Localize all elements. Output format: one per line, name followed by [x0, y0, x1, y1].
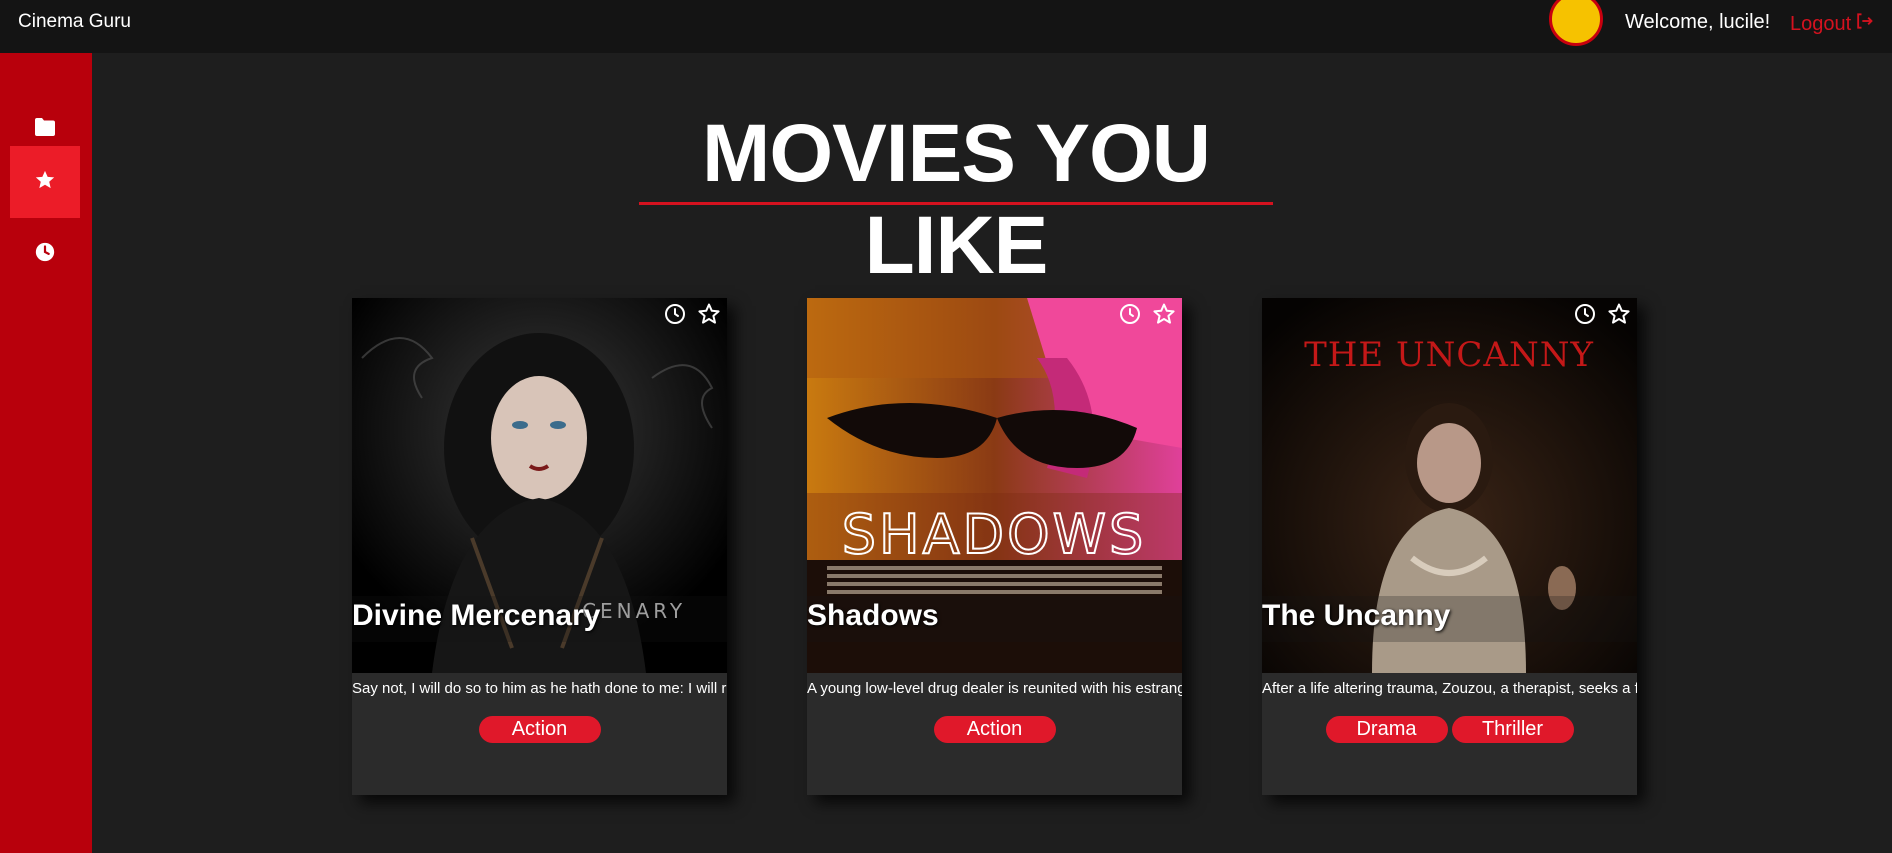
genre-tag[interactable]: Action — [933, 716, 1056, 743]
favorite-icon[interactable] — [1152, 302, 1176, 326]
page-title: MOVIES YOU LIKE — [702, 108, 1211, 291]
movie-poster: SHADOWS Shadows — [807, 298, 1182, 673]
logout-icon — [1854, 11, 1874, 37]
clock-icon — [34, 241, 56, 268]
app-title: Cinema Guru — [18, 11, 131, 32]
logout-button[interactable]: Logout — [1790, 11, 1874, 37]
sidebar-item-watch-later[interactable] — [10, 218, 80, 290]
card-actions — [1118, 302, 1176, 326]
movie-title: Divine Mercenary — [352, 596, 727, 642]
movie-card[interactable]: THE UNCANNY The Uncanny After a life alt… — [1262, 298, 1637, 795]
movie-poster: CENARY Divine Mercenary — [352, 298, 727, 673]
genre-tags: Action — [807, 716, 1182, 743]
favorite-icon[interactable] — [1607, 302, 1631, 326]
sidebar-item-favorites[interactable] — [10, 146, 80, 218]
folder-icon — [34, 117, 56, 142]
watch-later-icon[interactable] — [1118, 302, 1142, 326]
top-navbar: Cinema Guru Welcome, lucile! Logout — [0, 0, 1892, 53]
star-icon — [34, 169, 56, 196]
movie-synopsis: After a life altering trauma, Zouzou, a … — [1262, 680, 1637, 697]
movie-card[interactable]: CENARY Divine Mercenary Say not, I will … — [352, 298, 727, 795]
favorite-icon[interactable] — [697, 302, 721, 326]
title-underline — [639, 202, 1273, 205]
genre-tag[interactable]: Action — [478, 716, 601, 743]
movie-title: The Uncanny — [1262, 596, 1637, 642]
genre-tags: Drama Thriller — [1262, 716, 1637, 743]
poster-text: THE UNCANNY — [1304, 335, 1594, 375]
genre-tag[interactable]: Thriller — [1451, 716, 1574, 743]
watch-later-icon[interactable] — [1573, 302, 1597, 326]
user-avatar[interactable] — [1549, 0, 1603, 46]
welcome-message: Welcome, lucile! — [1625, 11, 1771, 33]
genre-tags: Action — [352, 716, 727, 743]
movie-title: Shadows — [807, 596, 1182, 642]
movie-card[interactable]: SHADOWS Shadows A young low-level drug d… — [807, 298, 1182, 795]
movie-synopsis: Say not, I will do so to him as he hath … — [352, 680, 727, 697]
logout-label: Logout — [1790, 12, 1852, 35]
watch-later-icon[interactable] — [663, 302, 687, 326]
poster-text: SHADOWS — [842, 503, 1147, 566]
sidebar — [0, 53, 92, 853]
genre-tag[interactable]: Drama — [1325, 716, 1448, 743]
card-actions — [1573, 302, 1631, 326]
card-actions — [663, 302, 721, 326]
movie-poster: THE UNCANNY The Uncanny — [1262, 298, 1637, 673]
movie-synopsis: A young low-level drug dealer is reunite… — [807, 680, 1182, 697]
